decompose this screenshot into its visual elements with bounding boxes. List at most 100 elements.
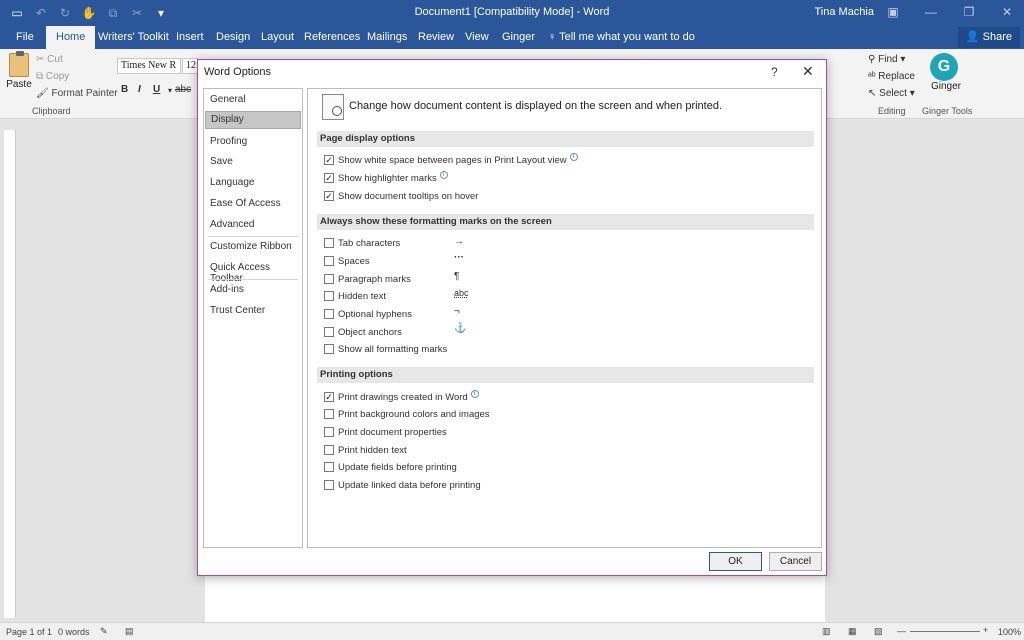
section-heading: Page display options [317,131,814,147]
checkbox[interactable] [324,445,334,455]
nav-language[interactable]: Language [210,177,255,188]
checkbox[interactable]: ✓ [324,191,334,201]
ginger-logo-icon[interactable]: G [930,53,958,81]
zoom-level[interactable]: 100% [998,627,1021,637]
clipboard-group-label: Clipboard [32,106,71,116]
help-button[interactable]: ? [771,65,778,79]
option-object-anchors[interactable]: Object anchors [324,325,402,339]
tab-ginger[interactable]: Ginger [492,26,545,49]
underline-button[interactable]: U [153,84,160,95]
format-painter-button[interactable]: 🖌 Format Painter [36,88,118,99]
option-print-drawings[interactable]: ✓ Print drawings created in Word i [324,390,479,404]
option-label: Print drawings created in Word [338,391,468,403]
copy-button[interactable]: ⧉ Copy [36,71,69,82]
option-update-fields[interactable]: Update fields before printing [324,460,457,474]
italic-button[interactable]: I [138,84,141,95]
paste-button[interactable]: Paste [6,51,32,90]
paste-label: Paste [6,79,32,90]
restore-icon[interactable]: ❐ [958,3,980,21]
cut-button[interactable]: ✂ Cut [36,54,63,65]
options-nav: General Display Proofing Save Language E… [203,88,303,548]
replace-icon: ᵃᵇ [868,71,879,82]
checkbox[interactable] [324,256,334,266]
option-paragraph-marks[interactable]: Paragraph marks [324,272,411,286]
option-show-highlighter[interactable]: ✓ Show highlighter marks i [324,171,448,185]
bold-button[interactable]: B [121,84,128,95]
find-button[interactable]: ⚲ Find ▾ [868,54,905,65]
nav-add-ins[interactable]: Add-ins [210,284,244,295]
font-size-dropdown[interactable]: 12 [182,58,198,74]
zoom-in-icon[interactable]: + [983,625,988,635]
tab-file[interactable]: File [6,26,44,49]
option-show-tooltips[interactable]: ✓ Show document tooltips on hover [324,189,478,203]
nav-save[interactable]: Save [210,156,233,167]
checkbox[interactable] [324,327,334,337]
web-layout-icon[interactable]: ▧ [874,626,883,637]
checkbox[interactable] [324,309,334,319]
hidden-text-symbol: abc [454,288,469,298]
proofing-icon[interactable]: ✎ [100,626,108,637]
option-show-all-formatting[interactable]: Show all formatting marks [324,342,447,356]
nav-advanced[interactable]: Advanced [210,219,254,230]
close-window-icon[interactable]: ✕ [996,3,1018,21]
scissors-icon: ✂ [36,54,48,65]
option-print-background[interactable]: Print background colors and images [324,407,490,421]
print-layout-icon[interactable]: ▦ [848,626,857,637]
strikethrough-button[interactable]: abc [175,84,191,95]
checkbox[interactable] [324,462,334,472]
option-optional-hyphens[interactable]: Optional hyphens [324,307,412,321]
option-tab-characters[interactable]: Tab characters [324,236,400,250]
cancel-button[interactable]: Cancel [769,552,822,571]
macro-icon[interactable]: ▤ [125,626,134,637]
select-button[interactable]: ↖ Select ▾ [868,88,915,99]
read-mode-icon[interactable]: ▥ [822,626,831,637]
zoom-out-icon[interactable]: — [897,626,906,636]
font-name-dropdown[interactable]: Times New R [117,58,181,74]
replace-button[interactable]: ᵃᵇ Replace [868,71,915,82]
checkbox[interactable]: ✓ [324,392,334,402]
checkbox[interactable] [324,344,334,354]
checkbox[interactable]: ✓ [324,155,334,165]
option-label: Update linked data before printing [338,479,481,491]
option-label: Show all formatting marks [338,343,448,355]
checkbox[interactable] [324,238,334,248]
option-print-properties[interactable]: Print document properties [324,425,447,439]
option-label: Show highlighter marks [338,172,437,184]
tell-me-search[interactable]: ♀ Tell me what you want to do [548,26,695,49]
panel-description: Change how document content is displayed… [349,100,723,112]
option-show-white-space[interactable]: ✓ Show white space between pages in Prin… [324,153,578,167]
option-hidden-text[interactable]: Hidden text [324,289,386,303]
info-icon: i [569,153,578,161]
zoom-slider[interactable] [910,631,980,632]
close-icon[interactable]: ✕ [802,63,814,80]
minimize-icon[interactable]: — [920,3,942,21]
nav-quick-access-toolbar[interactable]: Quick Access Toolbar [210,262,302,284]
option-spaces[interactable]: Spaces [324,254,370,268]
nav-proofing[interactable]: Proofing [210,136,247,147]
underline-dropdown-icon[interactable]: ▾ [168,86,172,95]
user-name[interactable]: Tina Machia [814,6,874,18]
checkbox[interactable] [324,409,334,419]
tell-me-label: Tell me what you want to do [559,31,695,43]
checkbox[interactable] [324,427,334,437]
ok-button[interactable]: OK [709,552,762,571]
option-print-hidden-text[interactable]: Print hidden text [324,443,407,457]
share-button[interactable]: 👤 Share [957,27,1020,48]
option-label: Paragraph marks [338,273,411,285]
nav-display[interactable]: Display [205,111,301,129]
ribbon-display-icon[interactable]: ▣ [882,3,904,21]
brush-icon: 🖌 [36,88,52,99]
nav-general[interactable]: General [210,94,246,105]
nav-trust-center[interactable]: Trust Center [210,305,265,316]
word-count[interactable]: 0 words [58,627,90,637]
checkbox[interactable] [324,291,334,301]
search-icon: ⚲ [868,54,879,65]
nav-ease-of-access[interactable]: Ease Of Access [210,198,281,209]
nav-divider [208,279,298,280]
checkbox[interactable]: ✓ [324,173,334,183]
nav-customize-ribbon[interactable]: Customize Ribbon [210,241,292,252]
checkbox[interactable] [324,480,334,490]
option-update-linked-data[interactable]: Update linked data before printing [324,478,481,492]
checkbox[interactable] [324,274,334,284]
page-count[interactable]: Page 1 of 1 [6,627,52,637]
